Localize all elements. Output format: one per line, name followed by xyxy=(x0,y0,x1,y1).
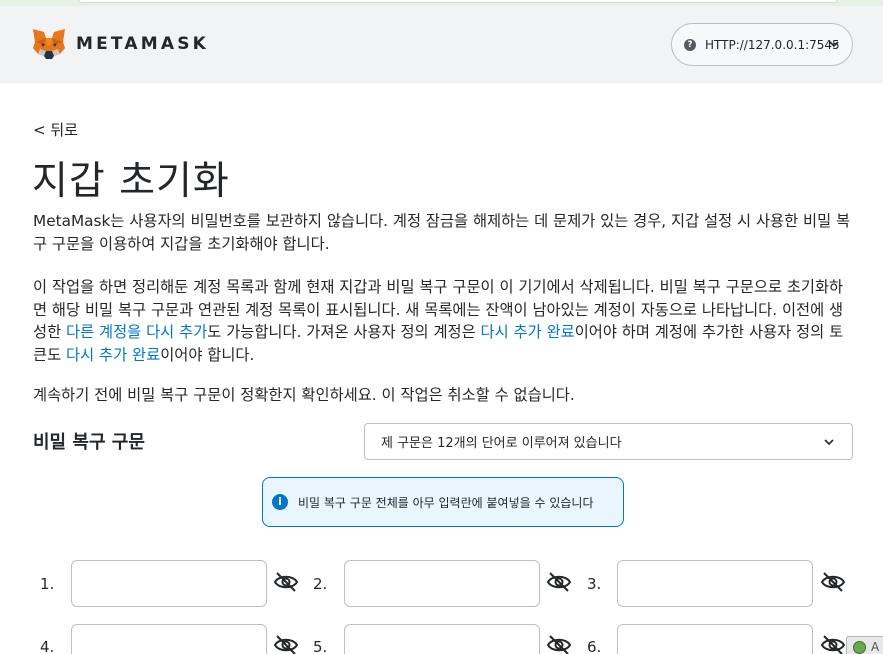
back-link[interactable]: < 뒤로 xyxy=(33,119,78,140)
eye-slash-icon[interactable] xyxy=(546,634,572,654)
info-icon: i xyxy=(272,494,288,510)
srp-word-input-4[interactable] xyxy=(71,624,267,654)
eye-slash-icon[interactable] xyxy=(273,571,299,593)
system-tray-widget[interactable]: A xyxy=(846,636,883,654)
network-unknown-icon: ? xyxy=(684,38,696,51)
brand-wordmark: METAMASK xyxy=(76,34,210,54)
chevron-down-icon xyxy=(829,41,839,48)
srp-section-label: 비밀 복구 구문 xyxy=(33,432,145,453)
tray-text: A xyxy=(871,640,880,654)
globe-icon xyxy=(853,641,866,654)
eye-slash-icon[interactable] xyxy=(820,634,846,654)
word-number-2: 2. xyxy=(313,575,328,593)
paste-info-banner: i 비밀 복구 구문 전체를 아무 입력란에 붙여넣을 수 있습니다 xyxy=(262,477,624,527)
eye-slash-icon[interactable] xyxy=(546,571,572,593)
srp-length-dropdown[interactable]: 제 구문은 12개의 단어로 이루어져 있습니다 xyxy=(364,423,853,460)
word-number-4: 4. xyxy=(40,638,55,654)
brand: METAMASK xyxy=(32,28,209,60)
word-number-1: 1. xyxy=(40,575,55,593)
word-number-5: 5. xyxy=(313,638,328,654)
readd-tokens-link[interactable]: 다시 추가 완료 xyxy=(66,346,160,364)
eye-slash-icon[interactable] xyxy=(273,634,299,654)
srp-word-input-6[interactable] xyxy=(617,624,813,654)
app-header: METAMASK ? HTTP://127.0.0.1:7545 xyxy=(0,6,883,83)
srp-word-input-2[interactable] xyxy=(344,560,540,607)
srp-word-input-3[interactable] xyxy=(617,560,813,607)
network-selector[interactable]: ? HTTP://127.0.0.1:7545 xyxy=(671,23,853,66)
srp-length-value: 제 구문은 12개의 단어로 이루어져 있습니다 xyxy=(381,436,622,451)
word-number-6: 6. xyxy=(587,638,602,654)
word-number-3: 3. xyxy=(587,575,602,593)
eye-slash-icon[interactable] xyxy=(820,571,846,593)
intro-paragraph: MetaMask는 사용자의 비밀번호를 보관하지 않습니다. 계정 잠금을 해… xyxy=(33,212,851,253)
warning-paragraph: 이 작업을 하면 정리해둔 계정 목록과 함께 현재 지갑과 비밀 복구 구문이… xyxy=(33,276,855,366)
browser-address-bar-edge xyxy=(78,0,838,3)
paste-info-text: 비밀 복구 구문 전체를 아무 입력란에 붙여넣을 수 있습니다 xyxy=(298,495,594,510)
readd-imported-accounts-link[interactable]: 다시 추가 완료 xyxy=(481,323,575,341)
chevron-down-icon xyxy=(824,439,834,446)
p2-text-end: 이어야 합니다. xyxy=(160,345,255,364)
metamask-fox-icon xyxy=(33,29,65,59)
network-label: HTTP://127.0.0.1:7545 xyxy=(705,37,840,52)
page-title: 지갑 초기화 xyxy=(32,159,230,204)
srp-word-input-1[interactable] xyxy=(71,560,267,607)
p2-text-mid: 도 가능합니다. 가져온 사용자 정의 계정은 xyxy=(207,323,481,341)
confirm-paragraph: 계속하기 전에 비밀 복구 구문이 정확한지 확인하세요. 이 작업은 취소할 … xyxy=(33,386,575,404)
readd-accounts-link[interactable]: 다른 계정을 다시 추가 xyxy=(66,323,207,341)
srp-word-input-5[interactable] xyxy=(344,624,540,654)
